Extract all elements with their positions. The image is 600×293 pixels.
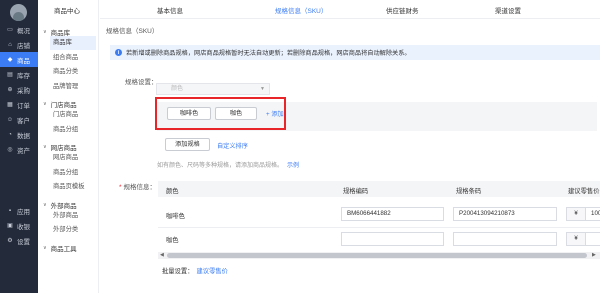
data-icon: ◔ xyxy=(8,131,12,138)
sub-nav-item[interactable]: 外部商品 xyxy=(50,209,96,223)
settings-icon: ⚙ xyxy=(7,237,13,244)
nav-item-label: 资产 xyxy=(17,147,30,155)
alert-text: 若新增或删除商品规格，网店商品规格暂时无法自动更新；若删除商品规格，网店商品将自… xyxy=(126,50,411,57)
spec-barcode-input[interactable]: P200413094210873 xyxy=(453,207,557,221)
scroll-left-icon[interactable]: ◀ xyxy=(160,252,164,258)
hint-text: 如有颜色、尺码等多种规格，请添加商品规格。 xyxy=(157,163,284,169)
sub-nav-item[interactable]: 品牌管理 xyxy=(50,80,96,94)
spec-select-value: 颜色 xyxy=(171,86,184,92)
sub-nav-item[interactable]: 商品页模板 xyxy=(50,180,96,194)
nav-item[interactable]: ◔ 数据 xyxy=(0,127,38,142)
nav-item-label: 商品 xyxy=(17,57,30,65)
avatar[interactable] xyxy=(10,4,27,21)
nav-item-label: 库存 xyxy=(17,72,30,80)
sub-nav-group-label: 商品工具 xyxy=(50,245,77,253)
nav-item[interactable]: ▤ 库存 xyxy=(0,67,38,82)
table-header: 规格编码 xyxy=(343,188,369,195)
nav-item-label: 数据 xyxy=(17,132,30,140)
nav-item[interactable]: ▭ 概况 xyxy=(0,22,38,37)
spec-code-input[interactable]: BM6066441882 xyxy=(341,207,444,221)
tab-bar: 基本信息 规格信息（SKU） 供应链财务 渠道设置 xyxy=(100,0,600,19)
nav-item-label: 设置 xyxy=(17,238,30,246)
chevron-down-icon: ∨ xyxy=(43,244,47,251)
retail-price-input[interactable]: 1000 xyxy=(585,207,600,221)
sub-nav-title: 商品中心 xyxy=(54,8,80,15)
sub-nav-group[interactable]: ∨ 商品工具 xyxy=(43,243,77,253)
table-header: 颜色 xyxy=(166,188,179,195)
spec-code-input[interactable] xyxy=(341,232,444,246)
retail-price-input[interactable] xyxy=(585,232,600,246)
sub-nav-item[interactable]: 门店商品 xyxy=(50,108,96,122)
nav-item-label: 概况 xyxy=(17,27,30,35)
table-header: 规格条码 xyxy=(456,188,482,195)
tab-channel-settings[interactable]: 渠道设置 xyxy=(495,5,521,15)
chevron-down-icon: ▼ xyxy=(260,86,265,92)
chevron-down-icon: ∨ xyxy=(43,144,47,150)
spec-info-label: * 规格信息： xyxy=(119,184,157,191)
nav-item[interactable]: ▪ 应用 xyxy=(0,203,38,218)
scroll-right-icon[interactable]: ▶ xyxy=(592,252,596,258)
purchase-icon: ⊕ xyxy=(7,86,13,93)
nav-item[interactable]: ☺ 客户 xyxy=(0,112,38,127)
monitor-icon: ▭ xyxy=(7,26,13,33)
tab-spec-info[interactable]: 规格信息（SKU） xyxy=(275,5,327,15)
tab-supply-finance[interactable]: 供应链财务 xyxy=(386,5,419,15)
chevron-down-icon: ∨ xyxy=(43,29,47,35)
sub-nav-item[interactable]: 商品分组 xyxy=(50,166,96,180)
sub-nav-item[interactable]: 商品分组 xyxy=(50,123,96,137)
nav-item[interactable]: ◎ 资产 xyxy=(0,142,38,157)
chevron-down-icon: ∨ xyxy=(43,201,47,208)
cashier-icon: ▣ xyxy=(7,222,13,229)
order-icon: ▦ xyxy=(7,101,13,108)
scrollbar-thumb[interactable] xyxy=(167,253,587,258)
row-color: 咖啡色 xyxy=(166,213,185,220)
nav-item-label: 客户 xyxy=(17,117,30,125)
nav-item-label: 店铺 xyxy=(17,42,30,50)
nav-item-label: 应用 xyxy=(17,208,30,216)
batch-retail-price-link[interactable]: 建议零售价 xyxy=(196,268,227,275)
sub-nav-item[interactable]: 商品库 xyxy=(50,36,96,50)
info-icon: i xyxy=(115,49,122,56)
inventory-icon: ▤ xyxy=(7,71,13,78)
sub-nav-item[interactable]: 组合商品 xyxy=(50,51,96,65)
spec-barcode-input[interactable] xyxy=(453,232,557,246)
apps-icon: ▪ xyxy=(8,207,12,214)
custom-sort-link[interactable]: 自定义排序 xyxy=(217,141,248,150)
nav-item[interactable]: ⚙ 设置 xyxy=(0,233,38,248)
nav-item-label: 收银 xyxy=(17,223,30,231)
nav-item[interactable]: ▦ 订单 xyxy=(0,97,38,112)
nav-item[interactable]: ⌂ 店铺 xyxy=(0,37,38,52)
batch-settings: 批量设置： 建议零售价 xyxy=(162,266,228,275)
currency-prefix: ¥ xyxy=(566,207,586,221)
spec-settings-label: 规格设置： xyxy=(125,79,158,86)
asset-icon: ◎ xyxy=(7,146,13,153)
tag-icon: ◆ xyxy=(7,56,13,63)
spec-hint: 如有颜色、尺码等多种规格，请添加商品规格。 示例 xyxy=(157,160,299,169)
batch-label: 批量设置： xyxy=(162,268,194,275)
sub-nav-item[interactable]: 商品分类 xyxy=(50,65,96,79)
sub-nav-item[interactable]: 网店商品 xyxy=(50,151,96,165)
add-spec-button[interactable]: 添加规格 xyxy=(165,138,210,151)
row-color: 咖色 xyxy=(166,237,179,244)
tab-basic-info[interactable]: 基本信息 xyxy=(157,5,183,15)
info-alert: i 若新增或删除商品规格，网店商品规格暂时无法自动更新；若删除商品规格，网店商品… xyxy=(110,45,600,60)
sku-table-header xyxy=(158,181,600,197)
highlight-box xyxy=(155,97,286,130)
chevron-down-icon: ∨ xyxy=(43,101,47,107)
sub-nav-item[interactable]: 外部分类 xyxy=(50,223,96,237)
spec-select[interactable]: 颜色 ▼ xyxy=(156,83,270,95)
currency-prefix: ¥ xyxy=(566,232,586,246)
example-link[interactable]: 示例 xyxy=(287,163,299,169)
section-title: 规格信息（SKU） xyxy=(106,28,159,35)
table-header: 建议零售价 xyxy=(568,188,600,195)
nav-item-label: 采购 xyxy=(17,87,30,95)
nav-item[interactable]: ⊕ 采购 xyxy=(0,82,38,97)
nav-item-label: 订单 xyxy=(17,102,30,110)
customer-icon: ☺ xyxy=(6,116,14,123)
nav-item[interactable]: ▣ 收银 xyxy=(0,218,38,233)
nav-item[interactable]: ◆ 商品 xyxy=(0,52,38,67)
store-icon: ⌂ xyxy=(8,41,12,48)
